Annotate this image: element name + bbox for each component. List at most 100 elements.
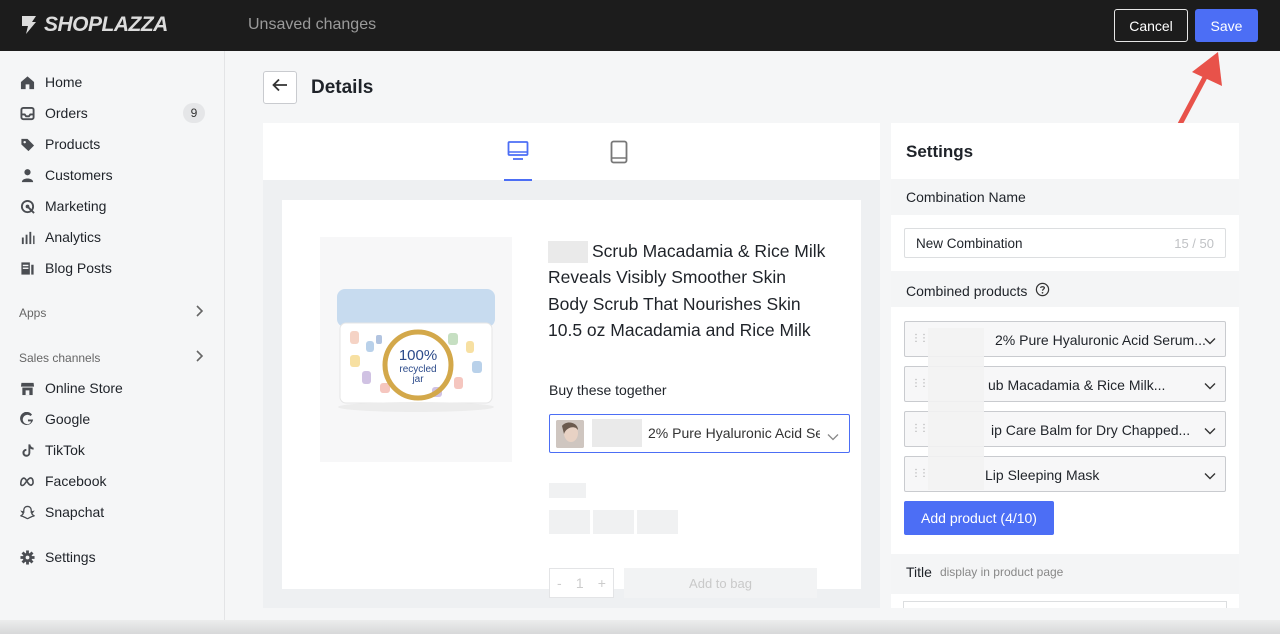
blurred-brand (592, 419, 642, 447)
qty-plus-button[interactable]: + (598, 575, 606, 591)
combined-product-text: 2% Pure Hyaluronic Acid Serum... (995, 332, 1206, 348)
orders-count-badge: 9 (183, 103, 205, 123)
bar-chart-icon (19, 229, 35, 245)
sidebar-item-label: Home (45, 74, 83, 90)
sidebar-item-label: Online Store (45, 380, 123, 396)
desktop-icon (507, 140, 529, 179)
unsaved-status: Unsaved changes (248, 16, 377, 33)
google-icon (19, 411, 35, 427)
gear-icon (19, 549, 35, 565)
chevron-right-icon[interactable] (194, 304, 204, 320)
chevron-right-icon[interactable] (194, 349, 204, 365)
settings-heading: Settings (906, 142, 974, 161)
quantity-stepper[interactable]: - 1 + (549, 568, 614, 598)
person-icon (19, 167, 35, 183)
sidebar-item-products[interactable]: Products (19, 133, 100, 155)
sidebar-item-label: Products (45, 136, 101, 152)
sidebar-item-tiktok[interactable]: TikTok (19, 439, 85, 461)
bottom-edge (0, 620, 1280, 634)
back-button[interactable] (263, 71, 297, 104)
save-button[interactable]: Save (1195, 9, 1258, 42)
title-line: Scrub Macadamia & Rice Milk (592, 241, 826, 261)
page-title: Details (311, 77, 374, 98)
sidebar-item-label: Analytics (45, 229, 102, 245)
selected-product-text: 2% Pure Hyaluronic Acid Serum (648, 425, 820, 441)
drag-handle-icon[interactable]: ⋮⋮ (911, 423, 929, 434)
variant-placeholder (637, 510, 678, 534)
drag-handle-icon[interactable]: ⋮⋮ (911, 468, 929, 479)
variant-placeholder (549, 510, 590, 534)
shoplazza-logo[interactable]: SHOPLAZZA (18, 13, 168, 37)
sidebar-item-label: Snapchat (45, 504, 105, 520)
shoplazza-logo-icon (22, 16, 36, 34)
product-image: 100% recycled jar (320, 237, 512, 462)
title-line: 10.5 oz Macadamia and Rice Milk (548, 319, 811, 340)
arrow-left-icon (272, 78, 288, 97)
product-thumbnail (556, 420, 584, 448)
sidebar-item-label: Settings (45, 549, 96, 565)
add-product-button[interactable]: Add product (4/10) (904, 501, 1054, 535)
sidebar-item-blog-posts[interactable]: Blog Posts (19, 257, 112, 279)
sidebar-item-settings[interactable]: Settings (19, 546, 96, 568)
title-line: Reveals Visibly Smoother Skin (548, 267, 786, 288)
sidebar-item-customers[interactable]: Customers (19, 164, 113, 186)
sidebar-item-label: Customers (45, 167, 113, 183)
home-icon (19, 74, 35, 90)
drag-handle-icon[interactable]: ⋮⋮ (911, 333, 929, 344)
title-hint: display in product page (939, 565, 1064, 579)
drag-handle-icon[interactable]: ⋮⋮ (911, 378, 929, 389)
chevron-down-icon (1204, 422, 1216, 440)
combined-product-text: ub Macadamia & Rice Milk... (988, 377, 1166, 393)
combined-products-label: Combined products (906, 283, 1028, 299)
sidebar-item-home[interactable]: Home (19, 71, 82, 93)
buy-together-label: Buy these together (549, 382, 667, 398)
tiktok-icon (19, 442, 35, 458)
tag-icon (19, 136, 35, 152)
snapchat-icon (19, 504, 35, 520)
sidebar-item-marketing[interactable]: Marketing (19, 195, 106, 217)
chevron-down-icon (827, 428, 839, 446)
qty-value[interactable]: 1 (576, 575, 584, 591)
chevron-down-icon (1204, 332, 1216, 350)
cancel-button[interactable]: Cancel (1114, 9, 1188, 42)
sidebar-item-label: Google (45, 411, 91, 427)
qty-minus-button[interactable]: - (557, 575, 562, 591)
sidebar-item-analytics[interactable]: Analytics (19, 226, 101, 248)
blurred-brand-overlay (928, 328, 984, 490)
sidebar-item-online-store[interactable]: Online Store (19, 377, 123, 399)
sidebar-item-google[interactable]: Google (19, 408, 90, 430)
title-line: Body Scrub That Nourishes Skin (548, 293, 801, 314)
device-tabs (263, 123, 880, 180)
title-heading: Title display in product page (906, 564, 1063, 580)
bundle-product-select[interactable]: 2% Pure Hyaluronic Acid Serum (549, 414, 850, 453)
sidebar-item-label: TikTok (45, 442, 85, 458)
title-label: Title (906, 564, 932, 580)
sidebar-item-facebook[interactable]: Facebook (19, 470, 106, 492)
apps-section-label[interactable]: Apps (19, 306, 46, 320)
jar-text-big: 100% (399, 347, 437, 364)
chevron-down-icon (1204, 467, 1216, 485)
tab-desktop[interactable] (504, 140, 532, 181)
mobile-icon (610, 140, 628, 166)
combined-product-text: Lip Sleeping Mask (985, 467, 1100, 483)
tab-mobile[interactable] (608, 140, 630, 166)
combination-name-value[interactable]: New Combination (916, 236, 1023, 251)
combination-name-input[interactable]: New Combination 15 / 50 (904, 228, 1226, 258)
sales-channels-section-label[interactable]: Sales channels (19, 351, 100, 365)
add-to-bag-button[interactable]: Add to bag (624, 568, 817, 598)
jar-text-small2: jar (411, 374, 424, 385)
variant-placeholder (593, 510, 634, 534)
logo-text: SHOPLAZZA (44, 13, 168, 36)
combined-products-heading: Combined products (906, 282, 1050, 300)
char-counter: 15 / 50 (1174, 236, 1214, 251)
product-title: Scrub Macadamia & Rice Milk Reveals Visi… (548, 238, 848, 343)
price-placeholder (549, 483, 586, 498)
help-icon[interactable] (1035, 282, 1050, 300)
sidebar-item-orders[interactable]: Orders (19, 102, 88, 124)
title-input[interactable] (903, 601, 1227, 608)
inbox-icon (19, 105, 35, 121)
sidebar-item-label: Facebook (45, 473, 107, 489)
sidebar-item-label: Orders (45, 105, 88, 121)
sidebar-item-snapchat[interactable]: Snapchat (19, 501, 104, 523)
store-icon (19, 380, 35, 396)
